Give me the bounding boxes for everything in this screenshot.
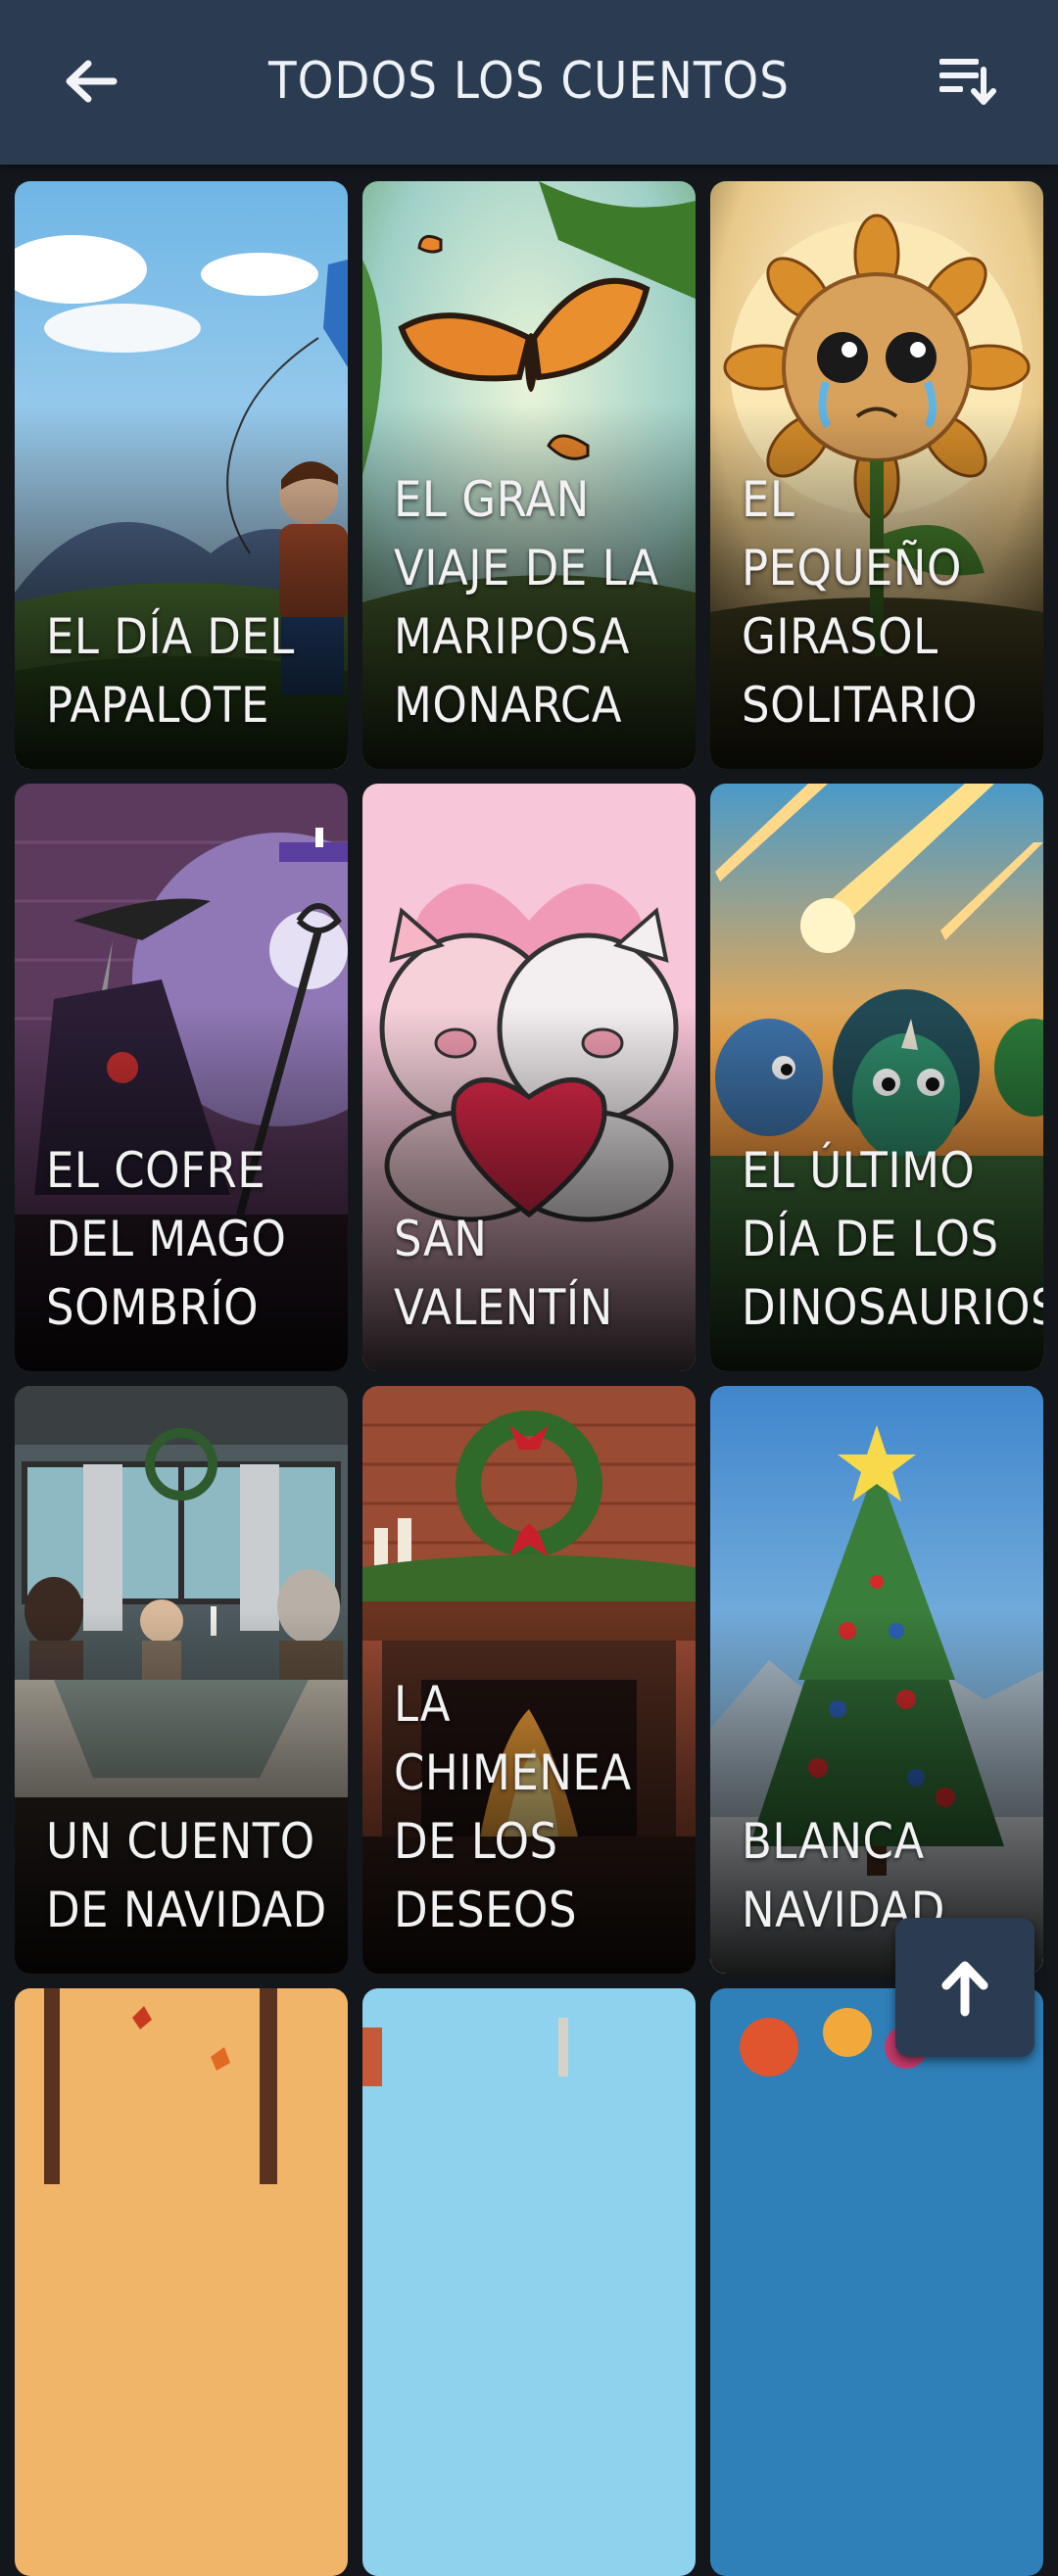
page-title: TODOS LOS CUENTOS: [268, 52, 790, 111]
story-card[interactable]: EL GRAN VIAJE DE LA MARIPOSA MONARCA: [362, 181, 696, 769]
story-title: EL COFRE DEL MAGO SOMBRÍO: [46, 1142, 287, 1336]
story-title: EL DÍA DEL PAPALOTE: [46, 608, 295, 734]
story-card[interactable]: EL COFRE DEL MAGO SOMBRÍO: [15, 784, 348, 1371]
story-card[interactable]: EL PEQUEÑO GIRASOL SOLITARIO: [710, 181, 1043, 769]
story-card[interactable]: EL DÍA DEL PAPALOTE: [15, 181, 348, 769]
story-title: LA CHIMENEA DE LOS DESEOS: [394, 1676, 632, 1938]
sort-button[interactable]: [929, 49, 1007, 114]
story-title: SAN VALENTÍN: [394, 1211, 613, 1336]
story-title: EL PEQUEÑO GIRASOL SOLITARIO: [742, 471, 979, 734]
story-cover-image: [362, 1988, 696, 2576]
stories-grid: EL DÍA DEL PAPALOTE EL GRAN VIAJE DE LA …: [15, 181, 1043, 2576]
story-title: EL ÚLTIMO DÍA DE LOS DINOSAURIOS: [742, 1142, 1043, 1336]
story-card[interactable]: EL ÚLTIMO DÍA DE LOS DINOSAURIOS: [710, 784, 1043, 1371]
app-bar: TODOS LOS CUENTOS: [0, 0, 1058, 165]
story-card[interactable]: LA CHIMENEA DE LOS DESEOS: [362, 1386, 696, 1974]
story-title: UN CUENTO DE NAVIDAD: [46, 1813, 327, 1938]
story-cover-image: [710, 1988, 1043, 2576]
story-card[interactable]: BLANCA NAVIDAD: [710, 1386, 1043, 1974]
arrow-up-icon: [941, 1961, 988, 2017]
story-card[interactable]: SAN VALENTÍN: [362, 784, 696, 1371]
story-title: EL GRAN VIAJE DE LA MARIPOSA MONARCA: [394, 471, 659, 734]
story-card[interactable]: [362, 1988, 696, 2576]
scroll-to-top-button[interactable]: [895, 1918, 1034, 2057]
story-card[interactable]: [710, 1988, 1043, 2576]
story-card[interactable]: UN CUENTO DE NAVIDAD: [15, 1386, 348, 1974]
story-cover-image: [15, 1988, 348, 2576]
sort-descending-icon: [939, 59, 996, 105]
story-card[interactable]: [15, 1988, 348, 2576]
